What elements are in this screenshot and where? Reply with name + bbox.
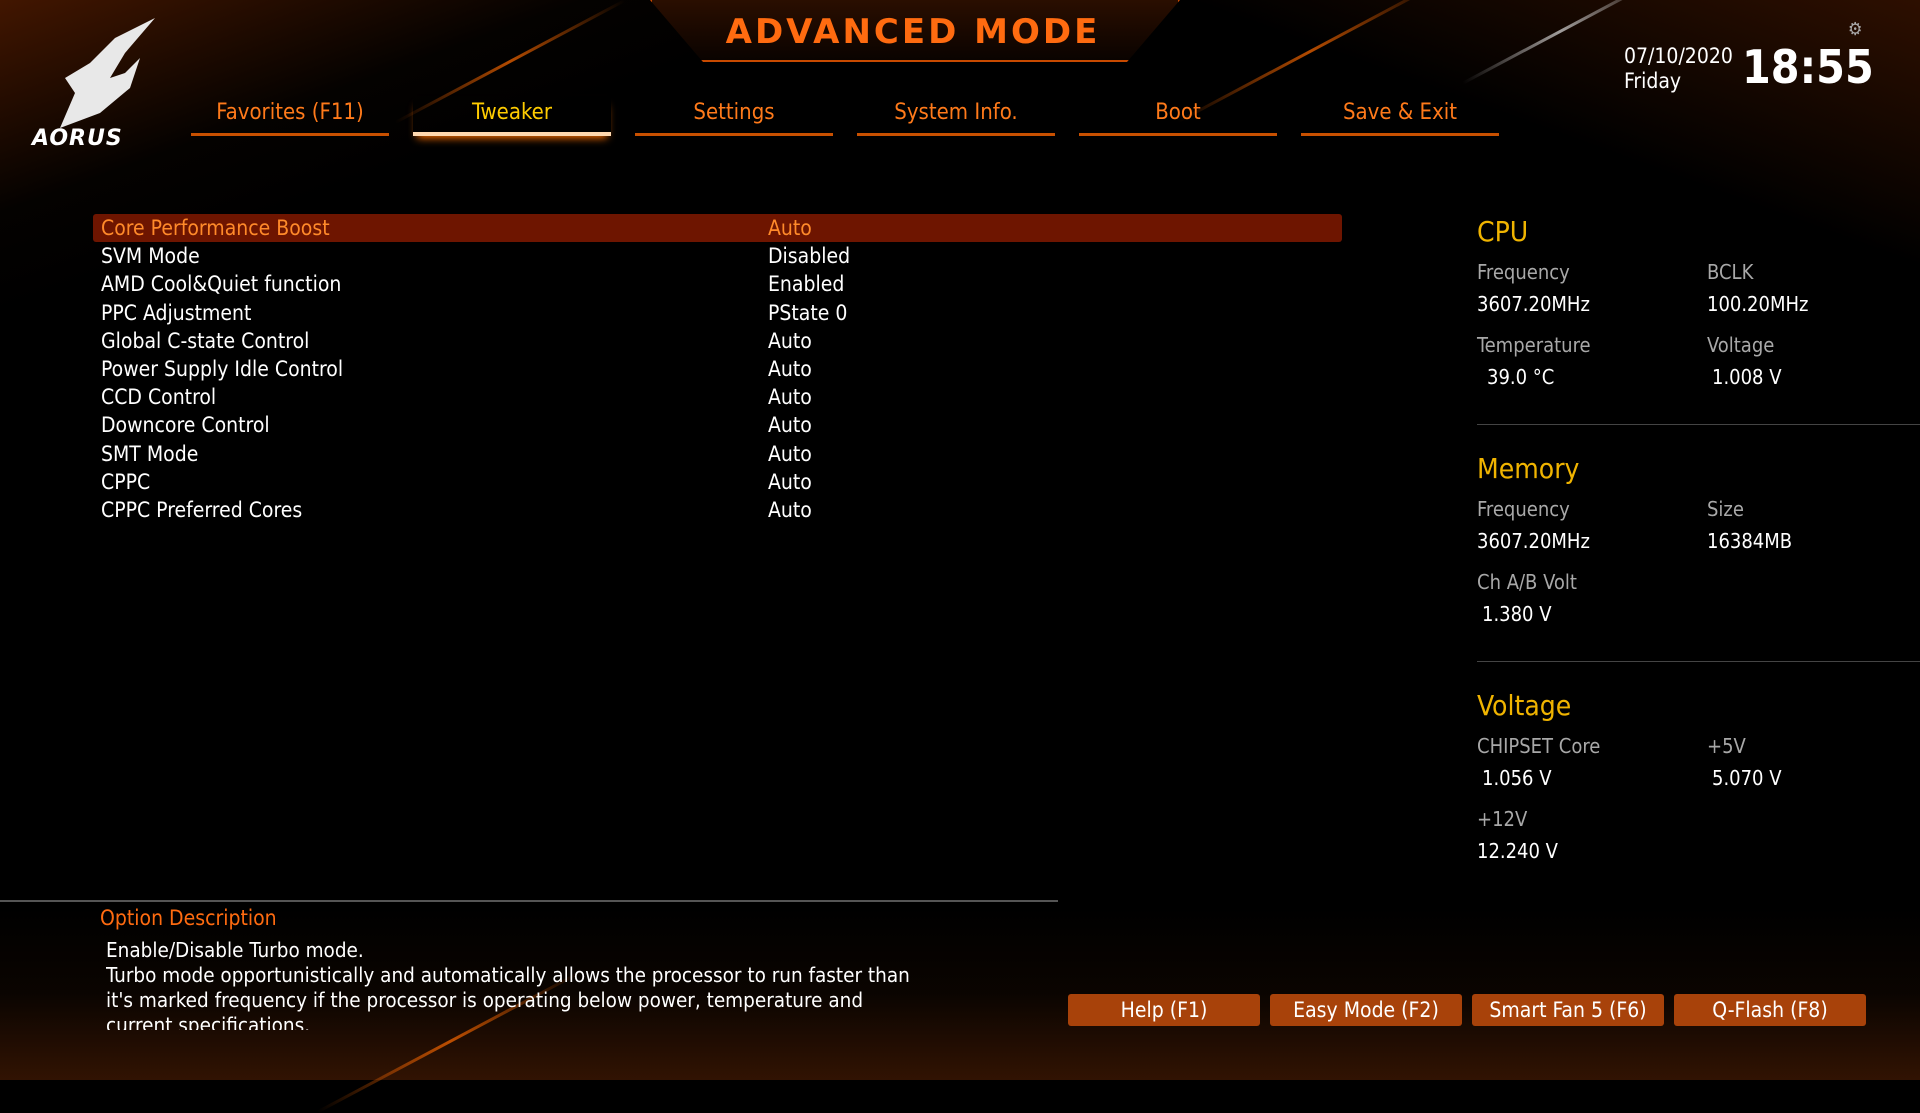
plus5v-value: 5.070 V (1712, 766, 1782, 790)
memory-frequency-value: 3607.20MHz (1477, 529, 1590, 553)
cpu-heading: CPU (1477, 215, 1529, 248)
setting-row[interactable]: CPPC Preferred Cores Auto (93, 496, 1342, 524)
chipset-core-value: 1.056 V (1482, 766, 1552, 790)
divider (0, 900, 1058, 902)
option-description-text: Enable/Disable Turbo mode. Turbo mode op… (106, 938, 1006, 1030)
plus12v-value: 12.240 V (1477, 839, 1558, 863)
smart-fan-button[interactable]: Smart Fan 5 (F6) (1472, 994, 1664, 1026)
setting-label: Global C-state Control (101, 328, 310, 353)
cpu-frequency-label: Frequency (1477, 260, 1570, 284)
setting-row[interactable]: SVM Mode Disabled (93, 242, 1342, 270)
memory-size-label: Size (1707, 497, 1744, 521)
setting-value[interactable]: Auto (768, 216, 812, 240)
setting-row[interactable]: Downcore Control Auto (93, 411, 1342, 439)
setting-value[interactable]: Auto (768, 357, 812, 381)
divider (1477, 661, 1920, 662)
setting-row[interactable]: PPC Adjustment PState 0 (93, 299, 1342, 327)
cpu-section: CPU Frequency BCLK 3607.20MHz 100.20MHz … (1477, 215, 1920, 451)
hardware-monitor-panel: CPU Frequency BCLK 3607.20MHz 100.20MHz … (1477, 215, 1920, 925)
ch-ab-volt-label: Ch A/B Volt (1477, 570, 1577, 594)
setting-value[interactable]: Auto (768, 413, 812, 437)
voltage-heading: Voltage (1477, 689, 1572, 722)
cpu-frequency-value: 3607.20MHz (1477, 292, 1590, 316)
option-description-heading: Option Description (100, 906, 277, 930)
memory-size-value: 16384MB (1707, 529, 1793, 553)
setting-label: Power Supply Idle Control (101, 357, 344, 382)
setting-row[interactable]: CPPC Auto (93, 468, 1342, 496)
cpu-voltage-value: 1.008 V (1712, 365, 1782, 389)
setting-row[interactable]: Global C-state Control Auto (93, 327, 1342, 355)
chipset-core-label: CHIPSET Core (1477, 734, 1601, 758)
voltage-section: Voltage CHIPSET Core +5V 1.056 V 5.070 V… (1477, 689, 1920, 925)
page-title: ADVANCED MODE (725, 12, 1101, 52)
description-line: Enable/Disable Turbo mode. (106, 938, 364, 962)
description-line: Turbo mode opportunistically and automat… (106, 963, 910, 987)
cpu-temperature-value: 39.0 °C (1487, 365, 1555, 389)
divider (1477, 424, 1920, 425)
setting-label: SMT Mode (101, 441, 199, 466)
setting-label: Downcore Control (101, 413, 270, 438)
setting-value[interactable]: Auto (768, 385, 812, 409)
tab-settings[interactable]: Settings (635, 96, 833, 136)
setting-value[interactable]: Disabled (768, 244, 850, 268)
setting-label: PPC Adjustment (101, 300, 252, 325)
main-tabs: Favorites (F11) Tweaker Settings System … (191, 96, 1499, 136)
memory-frequency-label: Frequency (1477, 497, 1570, 521)
clock: 18:55 (1742, 40, 1874, 94)
bottom-buttons: Help (F1) Easy Mode (F2) Smart Fan 5 (F6… (1068, 994, 1866, 1026)
cpu-temperature-label: Temperature (1477, 333, 1591, 357)
tab-system-info[interactable]: System Info. (857, 96, 1055, 136)
help-button[interactable]: Help (F1) (1068, 994, 1260, 1026)
setting-value[interactable]: Auto (768, 498, 812, 522)
memory-heading: Memory (1477, 452, 1580, 485)
cpu-bclk-label: BCLK (1707, 260, 1754, 284)
setting-value[interactable]: Auto (768, 470, 812, 494)
setting-row[interactable]: SMT Mode Auto (93, 440, 1342, 468)
setting-row[interactable]: AMD Cool&Quiet function Enabled (93, 270, 1342, 298)
setting-label: AMD Cool&Quiet function (101, 272, 342, 297)
description-line: it's marked frequency if the processor i… (106, 988, 864, 1012)
setting-value[interactable]: Enabled (768, 272, 844, 296)
setting-row[interactable]: Power Supply Idle Control Auto (93, 355, 1342, 383)
q-flash-button[interactable]: Q-Flash (F8) (1674, 994, 1866, 1026)
date-display: 07/10/2020 Friday (1624, 44, 1733, 94)
cpu-voltage-label: Voltage (1707, 333, 1775, 357)
tab-boot[interactable]: Boot (1079, 96, 1277, 136)
settings-list: Core Performance Boost Auto SVM Mode Disabl… (93, 214, 1342, 524)
date: 07/10/2020 (1624, 44, 1733, 68)
setting-label: CPPC Preferred Cores (101, 497, 303, 522)
setting-label: CPPC (101, 469, 151, 494)
tab-favorites[interactable]: Favorites (F11) (191, 96, 389, 136)
gear-icon[interactable]: ⚙ (1848, 19, 1863, 40)
plus12v-label: +12V (1477, 807, 1528, 831)
setting-value[interactable]: PState 0 (768, 301, 847, 325)
setting-label: CCD Control (101, 385, 217, 410)
tab-tweaker[interactable]: Tweaker (413, 96, 611, 136)
setting-value[interactable]: Auto (768, 329, 812, 353)
ch-ab-volt-value: 1.380 V (1482, 602, 1552, 626)
plus5v-label: +5V (1707, 734, 1746, 758)
setting-value[interactable]: Auto (768, 442, 812, 466)
memory-section: Memory Frequency Size 3607.20MHz 16384MB… (1477, 452, 1920, 688)
tab-save-exit[interactable]: Save & Exit (1301, 96, 1499, 136)
weekday: Friday (1624, 69, 1682, 93)
setting-row[interactable]: Core Performance Boost Auto (93, 214, 1342, 243)
description-line: current specifications. (106, 1013, 311, 1030)
setting-row[interactable]: CCD Control Auto (93, 383, 1342, 411)
easy-mode-button[interactable]: Easy Mode (F2) (1270, 994, 1462, 1026)
cpu-bclk-value: 100.20MHz (1707, 292, 1809, 316)
setting-label: SVM Mode (101, 244, 200, 269)
brand-logo-text: AORUS (32, 126, 123, 151)
setting-label: Core Performance Boost (101, 216, 330, 241)
